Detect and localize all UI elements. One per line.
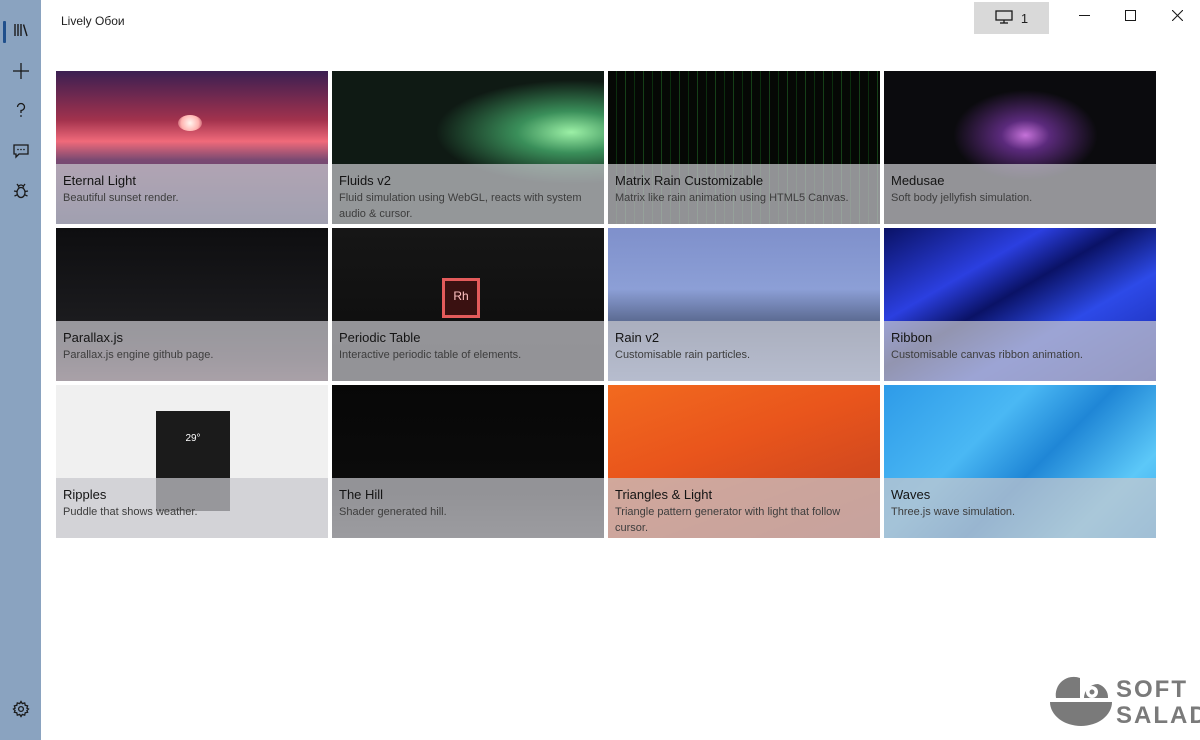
wallpaper-title: Rain v2 [615,330,660,345]
wallpaper-caption: Fluids v2 Fluid simulation using WebGL, … [332,164,604,224]
wallpaper-card-medusae[interactable]: Medusae Soft body jellyfish simulation. [884,71,1156,224]
wallpaper-description: Customisable rain particles. [615,349,751,361]
wallpaper-title: Ripples [63,487,107,502]
wallpaper-card-eternal-light[interactable]: Eternal Light Beautiful sunset render. [56,71,328,224]
wallpaper-title: Periodic Table [339,330,421,345]
app-title: Lively Обои [61,14,125,28]
library-icon [12,21,30,44]
wallpaper-card-matrix-rain[interactable]: Matrix Rain Customizable Matrix like rai… [608,71,880,224]
wallpaper-caption: Periodic Table Interactive periodic tabl… [332,321,604,381]
wallpaper-caption: Ripples Puddle that shows weather. [56,478,328,538]
wallpaper-caption: Triangles & Light Triangle pattern gener… [608,478,880,538]
wallpaper-title: Fluids v2 [339,173,392,188]
wallpaper-caption: Eternal Light Beautiful sunset render. [56,164,328,224]
close-button[interactable] [1154,0,1200,34]
wallpaper-description: Matrix like rain animation using HTML5 C… [615,192,849,204]
report-bug-button[interactable] [0,174,41,212]
watermark-text-salad: SALAD [1116,702,1200,729]
wallpaper-title: Triangles & Light [615,487,713,502]
help-icon [12,101,30,124]
wallpaper-title: Eternal Light [63,173,136,188]
maximize-icon [1124,8,1136,26]
wallpaper-card-parallax[interactable]: Parallax.js Parallax.js engine github pa… [56,228,328,381]
wallpaper-caption: Waves Three.js wave simulation. [884,478,1156,538]
bug-icon [12,182,30,205]
wallpaper-card-fluids-v2[interactable]: Fluids v2 Fluid simulation using WebGL, … [332,71,604,224]
sidebar [0,0,41,740]
wallpaper-description: Beautiful sunset render. [63,192,179,204]
minimize-button[interactable] [1061,0,1107,34]
wallpaper-description: Customisable canvas ribbon animation. [891,349,1083,361]
close-icon [1171,8,1183,26]
monitor-icon [995,9,1013,27]
watermark-text-soft: SOFT [1116,676,1188,703]
wallpaper-caption: Medusae Soft body jellyfish simulation. [884,164,1156,224]
wallpaper-title: Waves [891,487,931,502]
settings-icon [11,699,30,723]
wallpaper-title: Matrix Rain Customizable [615,173,764,188]
help-button[interactable] [0,93,41,131]
wallpaper-caption: Ribbon Customisable canvas ribbon animat… [884,321,1156,381]
wallpaper-title: The Hill [339,487,384,502]
element-cell: Rh [442,278,480,318]
wallpaper-card-waves[interactable]: Waves Three.js wave simulation. [884,385,1156,538]
wallpaper-caption: Rain v2 Customisable rain particles. [608,321,880,381]
wallpaper-title: Ribbon [891,330,933,345]
wallpaper-description: Shader generated hill. [339,506,447,518]
minimize-icon [1078,8,1090,26]
wallpaper-grid: Eternal Light Beautiful sunset render. F… [56,71,1156,538]
wallpaper-card-triangles-light[interactable]: Triangles & Light Triangle pattern gener… [608,385,880,538]
wallpaper-description: Puddle that shows weather. [63,506,198,518]
add-wallpaper-button[interactable] [0,54,41,92]
wallpaper-description: Three.js wave simulation. [891,506,1016,518]
maximize-button[interactable] [1107,0,1153,34]
wallpaper-title: Parallax.js [63,330,123,345]
wallpaper-card-the-hill[interactable]: The Hill Shader generated hill. [332,385,604,538]
wallpaper-caption: Matrix Rain Customizable Matrix like rai… [608,164,880,224]
monitor-count: 1 [1020,10,1029,26]
wallpaper-title: Medusae [891,173,945,188]
wallpaper-card-rain-v2[interactable]: Rain v2 Customisable rain particles. [608,228,880,381]
feedback-button[interactable] [0,134,41,172]
feedback-icon [12,142,30,165]
monitor-select-button[interactable]: 1 [974,2,1049,34]
wallpaper-card-ribbon[interactable]: Ribbon Customisable canvas ribbon animat… [884,228,1156,381]
wallpaper-description: Fluid simulation using WebGL, reacts wit… [339,192,582,220]
wallpaper-card-periodic-table[interactable]: Rh Periodic Table Interactive periodic t… [332,228,604,381]
wallpaper-caption: Parallax.js Parallax.js engine github pa… [56,321,328,381]
wallpaper-description: Parallax.js engine github page. [63,349,214,361]
wallpaper-description: Triangle pattern generator with light th… [615,506,841,534]
wallpaper-card-ripples[interactable]: 29° Ripples Puddle that shows weather. [56,385,328,538]
wallpaper-caption: The Hill Shader generated hill. [332,478,604,538]
add-icon [12,62,30,85]
weather-temp: 29° [185,433,201,444]
settings-button[interactable] [0,692,41,730]
title-bar: Lively Обои 1 [41,0,1200,40]
library-button[interactable] [0,13,41,51]
wallpaper-description: Soft body jellyfish simulation. [891,192,1033,204]
wallpaper-description: Interactive periodic table of elements. [339,349,522,361]
